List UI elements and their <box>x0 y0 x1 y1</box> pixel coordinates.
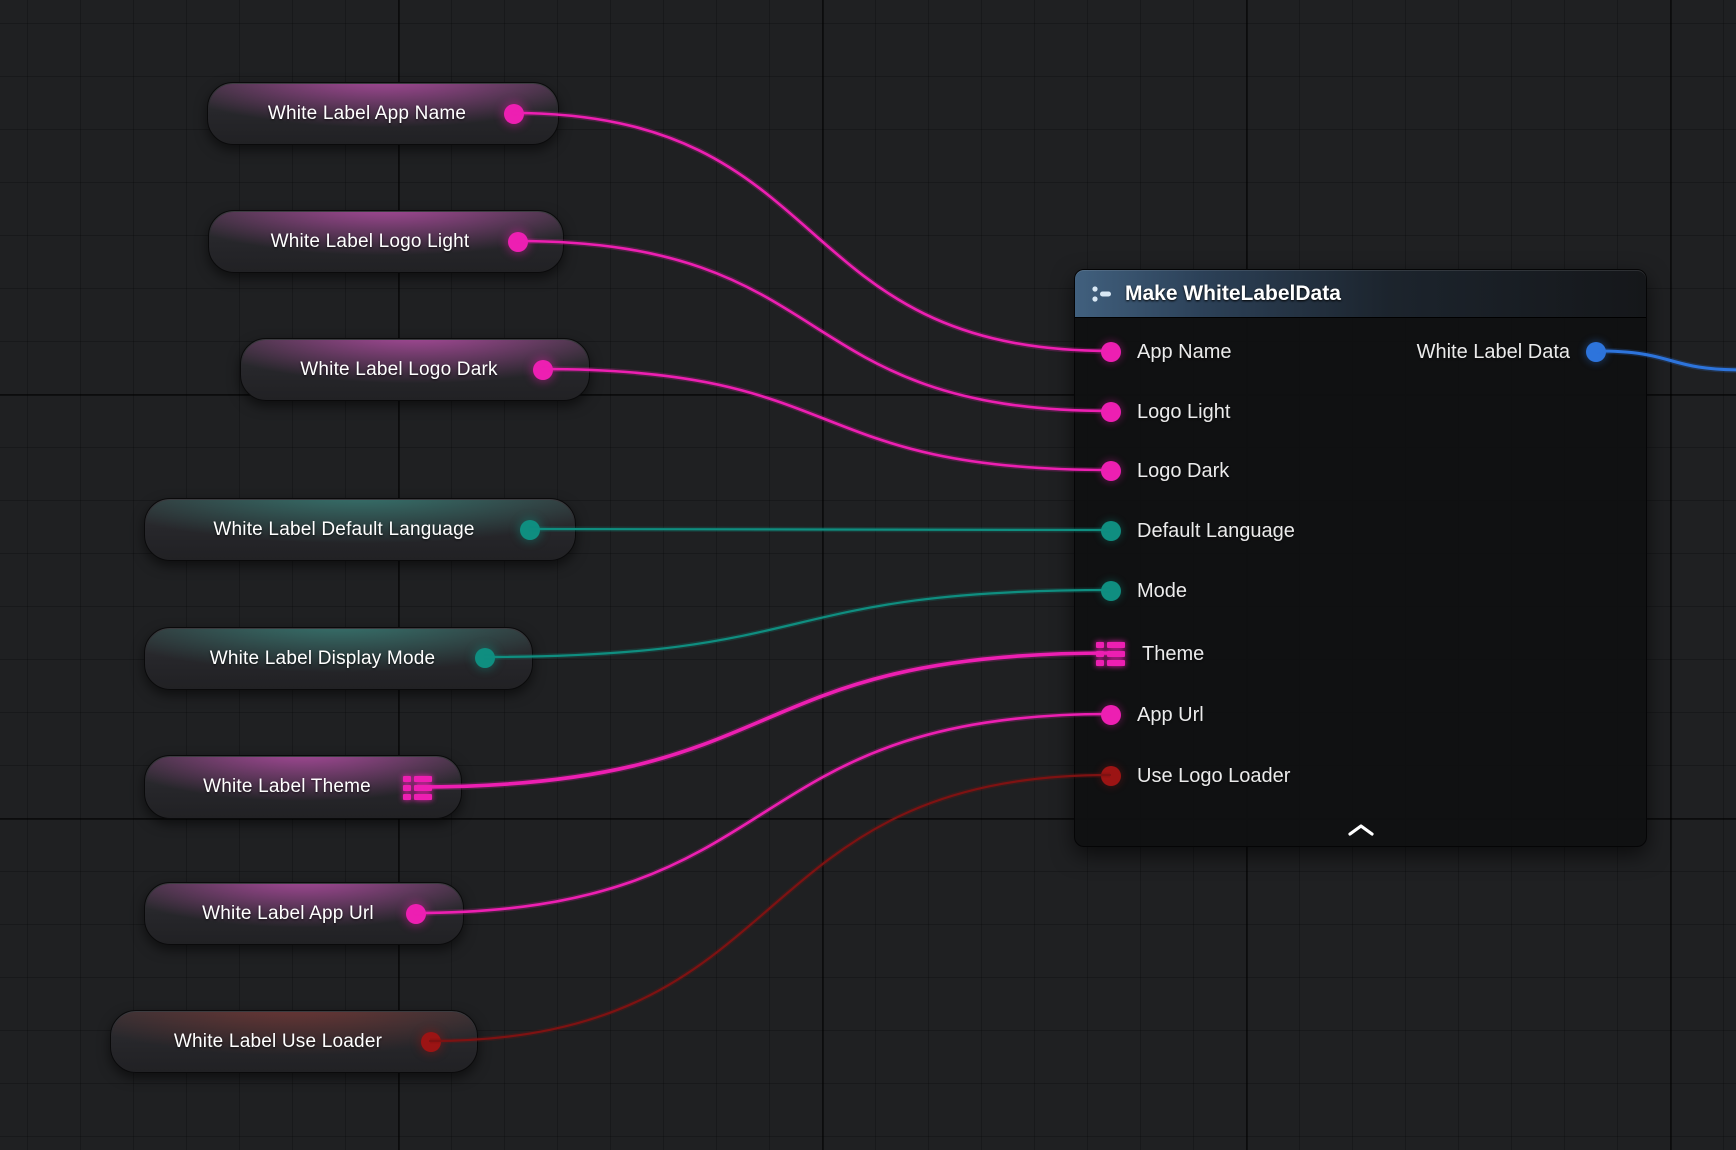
node-title: Make WhiteLabelData <box>1125 282 1341 306</box>
wire-glow <box>542 369 1110 470</box>
output-pin-label: White Label Data <box>1417 341 1570 364</box>
pin-label: App Url <box>1137 704 1204 727</box>
struct-pin-icon[interactable] <box>1096 641 1126 667</box>
pin-circle-icon[interactable] <box>475 648 495 668</box>
getter-label: White Label Display Mode <box>145 648 532 670</box>
pin-circle-icon[interactable] <box>533 360 553 380</box>
input-pin-row: Theme <box>1075 634 1204 674</box>
output-pin-row: White Label Data <box>1417 332 1646 372</box>
pin-circle-icon[interactable] <box>508 232 528 252</box>
input-pin-row: Mode <box>1075 571 1187 611</box>
getter-white-label-app-name[interactable]: White Label App Name <box>207 82 559 145</box>
pin-circle-icon[interactable] <box>1101 705 1121 725</box>
getter-white-label-logo-dark[interactable]: White Label Logo Dark <box>240 338 590 401</box>
input-pin-row: Logo Light <box>1075 392 1230 432</box>
getter-white-label-logo-light[interactable]: White Label Logo Light <box>208 210 564 273</box>
pin-circle-icon[interactable] <box>1101 766 1121 786</box>
collapse-chevron-icon[interactable] <box>1346 822 1376 838</box>
pin-label: Use Logo Loader <box>1137 765 1290 788</box>
make-struct-icon <box>1090 282 1114 306</box>
pin-circle-icon[interactable] <box>504 104 524 124</box>
pin-label: Logo Light <box>1137 401 1230 424</box>
wire-glow <box>415 714 1110 913</box>
wire <box>542 369 1110 470</box>
input-pin-row: Default Language <box>1075 511 1295 551</box>
getter-white-label-app-url[interactable]: White Label App Url <box>144 882 464 945</box>
input-pin-row: Use Logo Loader <box>1075 756 1290 796</box>
getter-white-label-default-language[interactable]: White Label Default Language <box>144 498 576 561</box>
getter-white-label-display-mode[interactable]: White Label Display Mode <box>144 627 533 690</box>
wire <box>517 241 1110 411</box>
wire-glow <box>430 775 1110 1041</box>
input-pin-row: App Name <box>1075 332 1232 372</box>
getter-white-label-theme[interactable]: White Label Theme <box>144 755 462 819</box>
node-header[interactable]: Make WhiteLabelData <box>1075 270 1646 318</box>
blueprint-canvas[interactable]: White Label App Name White Label Logo Lig… <box>0 0 1736 1150</box>
pin-circle-icon[interactable] <box>1586 342 1606 362</box>
wire <box>484 590 1110 657</box>
pin-label: Default Language <box>1137 520 1295 543</box>
getter-white-label-use-loader[interactable]: White Label Use Loader <box>110 1010 478 1073</box>
struct-pin-icon[interactable] <box>403 775 433 801</box>
pin-circle-icon[interactable] <box>1101 521 1121 541</box>
input-pin-row: Logo Dark <box>1075 451 1229 491</box>
pin-circle-icon[interactable] <box>1101 402 1121 422</box>
pin-circle-icon[interactable] <box>1101 342 1121 362</box>
pin-circle-icon[interactable] <box>406 904 426 924</box>
pin-label: App Name <box>1137 341 1232 364</box>
make-whitelabeldata-node[interactable]: Make WhiteLabelData App Name Logo Light Log… <box>1074 269 1647 847</box>
wire <box>529 529 1110 530</box>
wire <box>430 775 1110 1041</box>
getter-label: White Label Default Language <box>145 519 575 541</box>
pin-circle-icon[interactable] <box>1101 461 1121 481</box>
wire-glow <box>517 241 1110 411</box>
pin-circle-icon[interactable] <box>1101 581 1121 601</box>
pin-label: Mode <box>1137 580 1187 603</box>
input-pin-row: App Url <box>1075 695 1204 735</box>
wire-glow <box>529 529 1110 530</box>
wire-glow <box>484 590 1110 657</box>
pin-label: Logo Dark <box>1137 460 1229 483</box>
pin-circle-icon[interactable] <box>421 1032 441 1052</box>
pin-circle-icon[interactable] <box>520 520 540 540</box>
wire-glow <box>513 113 1110 351</box>
pin-label: Theme <box>1142 643 1204 666</box>
wire <box>415 714 1110 913</box>
wire <box>513 113 1110 351</box>
